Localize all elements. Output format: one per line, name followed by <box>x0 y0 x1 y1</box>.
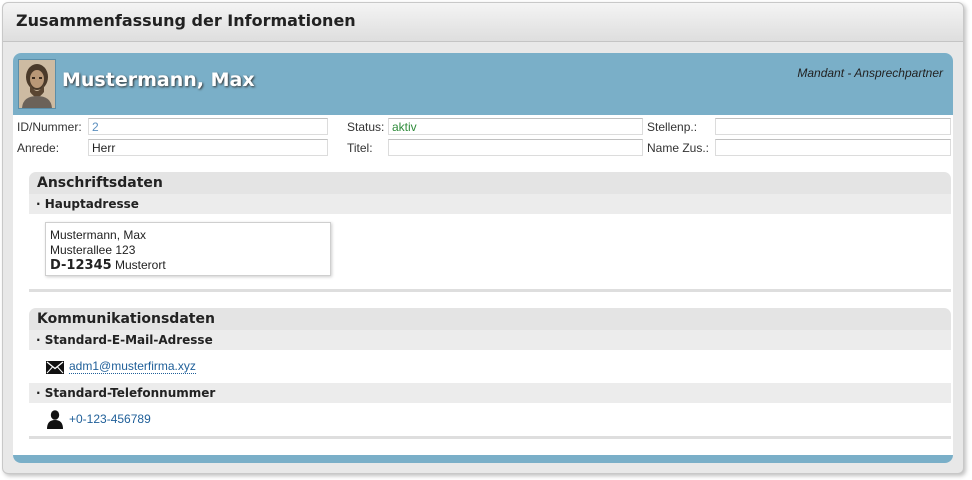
main-address-title: · Hauptadresse <box>29 194 951 214</box>
contact-role: Mandant - Ansprechpartner <box>797 66 943 80</box>
address-line-3: D-12345 Musterort <box>50 258 330 273</box>
email-title: · Standard-E-Mail-Adresse <box>29 330 951 350</box>
namezus-label: Name Zus.: <box>647 141 710 155</box>
id-label: ID/Nummer: <box>17 120 82 134</box>
contact-header: Mustermann, Max Mandant - Ansprechpartne… <box>13 53 953 115</box>
phone-title: · Standard-Telefonnummer <box>29 383 951 403</box>
card-footer-bar <box>13 455 953 463</box>
person-photo-icon <box>19 60 55 108</box>
contact-card: Mustermann, Max Mandant - Ansprechpartne… <box>13 53 953 463</box>
window-title: Zusammenfassung der Informationen <box>3 3 963 42</box>
email-row: adm1@musterfirma.xyz <box>29 350 951 383</box>
anrede-field: Herr <box>88 139 328 156</box>
communication-section-title: Kommunikationsdaten <box>29 308 951 330</box>
address-section-title: Anschriftsdaten <box>29 172 951 194</box>
id-field: 2 <box>88 118 328 135</box>
stellenp-label: Stellenp.: <box>647 120 698 134</box>
address-box: Mustermann, Max Musterallee 123 D-12345 … <box>45 222 331 276</box>
avatar <box>18 59 56 109</box>
status-field: aktiv <box>388 118 643 135</box>
phone-row: +0-123-456789 <box>29 403 951 436</box>
address-line-2: Musterallee 123 <box>50 243 136 257</box>
communication-section: Kommunikationsdaten · Standard-E-Mail-Ad… <box>29 308 951 442</box>
phone-link[interactable]: +0-123-456789 <box>69 412 151 426</box>
summary-window: Zusammenfassung der Informationen Muster… <box>2 2 964 474</box>
stellenp-field <box>715 118 951 135</box>
anrede-label: Anrede: <box>17 141 60 155</box>
titel-field <box>388 139 643 156</box>
section-divider <box>29 289 951 292</box>
titel-label: Titel: <box>347 141 373 155</box>
status-label: Status: <box>347 120 385 134</box>
address-city: Musterort <box>115 258 166 272</box>
address-section: Anschriftsdaten · Hauptadresse Musterman… <box>29 172 951 295</box>
person-icon <box>47 410 63 429</box>
namezus-field <box>715 139 951 156</box>
envelope-icon <box>46 361 64 374</box>
address-body: Mustermann, Max Musterallee 123 D-12345 … <box>29 214 951 289</box>
address-line-1: Mustermann, Max <box>50 228 147 242</box>
email-link[interactable]: adm1@musterfirma.xyz <box>69 359 196 374</box>
section-divider <box>29 436 951 439</box>
contact-name: Mustermann, Max <box>62 69 255 91</box>
address-zip: D-12345 <box>50 258 112 273</box>
